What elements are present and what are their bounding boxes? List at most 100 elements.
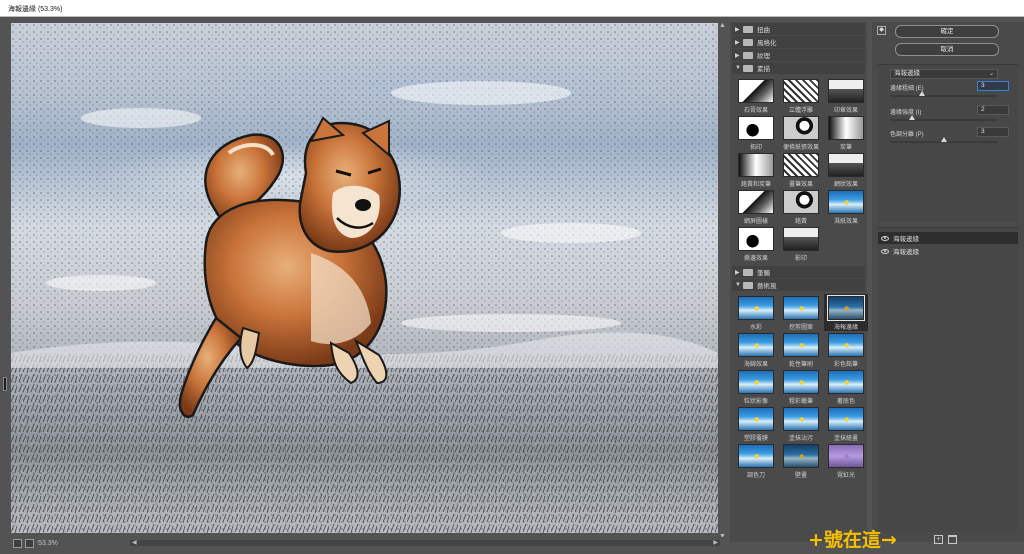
param-edge-intensity: 邊緣強度 (I) 2: [890, 105, 1009, 127]
folder-texture[interactable]: ▶ 紋理: [732, 49, 865, 61]
filter-thumb[interactable]: 石膏效果: [734, 77, 778, 114]
posterization-input[interactable]: 3: [977, 127, 1009, 137]
filter-thumb[interactable]: 網狀效果: [824, 151, 868, 188]
folder-icon: [743, 51, 753, 59]
triangle-right-icon: ▶: [735, 39, 740, 46]
filter-preview-image: [738, 333, 774, 357]
filter-thumb[interactable]: 著底色: [824, 368, 868, 405]
preview-vertical-scrollbar[interactable]: ▲ ▼: [718, 22, 728, 540]
eye-icon[interactable]: [881, 235, 889, 241]
filter-thumb[interactable]: 便條紙張效果: [779, 114, 823, 151]
filter-preview-image: [738, 407, 774, 431]
ok-button[interactable]: 確定: [895, 25, 999, 38]
param-posterization: 色調分離 (P) 3: [890, 127, 1009, 149]
filter-preview-image: [783, 153, 819, 177]
effect-layer-row[interactable]: 海報邊緣: [878, 232, 1018, 244]
folder-stylize[interactable]: ▶ 風格化: [732, 36, 865, 48]
new-effect-layer-icon[interactable]: +: [934, 535, 943, 544]
filter-thumb[interactable]: 塗抹沾污: [779, 405, 823, 442]
folder-icon: [743, 25, 753, 33]
filter-preview-image: [738, 370, 774, 394]
filter-thumb[interactable]: 影印: [779, 225, 823, 262]
folder-sketch[interactable]: ▼ 素描: [732, 62, 865, 74]
settings-panel: ◆ 確定 取消 海報邊緣 ⌄ 邊緣粗細 (E) 3 邊緣強度 (I) 2 色調分…: [872, 22, 1024, 542]
filter-preview-image: [738, 190, 774, 214]
filter-thumb[interactable]: 塑膠覆膜: [734, 405, 778, 442]
edge-intensity-slider[interactable]: [890, 119, 998, 121]
filter-thumb[interactable]: 印章效果: [824, 77, 868, 114]
filter-thumb[interactable]: 拓印: [734, 114, 778, 151]
filter-preview-image: [738, 227, 774, 251]
panel-collapse-handle[interactable]: [3, 377, 7, 391]
filter-thumb[interactable]: 塗抹繪畫: [824, 405, 868, 442]
filter-preview-image: [783, 190, 819, 214]
filter-thumb[interactable]: 立體浮雕: [779, 77, 823, 114]
collapse-gallery-icon[interactable]: ◆: [877, 26, 886, 35]
triangle-right-icon: ▶: [735, 26, 740, 33]
scroll-left-icon[interactable]: ◀: [132, 539, 137, 546]
trash-icon[interactable]: [948, 535, 957, 544]
filter-thumb[interactable]: 濕紙效果: [824, 188, 868, 225]
preview-canvas[interactable]: [11, 23, 718, 533]
zoom-level-select[interactable]: 53.3%: [38, 540, 58, 547]
triangle-down-icon: ▼: [735, 282, 741, 288]
filter-thumb[interactable]: 海綿效果: [734, 331, 778, 368]
filter-preview-image: [828, 370, 864, 394]
filter-thumb[interactable]: 粒狀影像: [734, 368, 778, 405]
eye-icon[interactable]: [881, 248, 889, 254]
filter-preview-image: [783, 370, 819, 394]
effect-layer-row[interactable]: 海報邊緣: [878, 245, 1018, 257]
cancel-button[interactable]: 取消: [895, 43, 999, 56]
filter-thumb[interactable]: 鉻黃和炭筆: [734, 151, 778, 188]
filter-select[interactable]: 海報邊緣 ⌄: [890, 69, 998, 79]
filter-preview-image: [828, 407, 864, 431]
edge-thickness-slider[interactable]: [890, 95, 998, 97]
scroll-right-icon[interactable]: ▶: [713, 539, 718, 546]
filter-thumb[interactable]: 水彩: [734, 294, 778, 331]
filter-preview-image: [828, 116, 864, 140]
slider-knob[interactable]: [919, 91, 926, 96]
filter-preview-image: [738, 79, 774, 103]
title-bar: 海報邊緣 (53.3%): [0, 0, 1024, 17]
slider-knob[interactable]: [908, 115, 915, 120]
filter-preview-image: [783, 333, 819, 357]
artistic-filter-grid: 水彩 挖剪圖案 海報邊緣 海綿效果 乾性筆刷 彩色鉛筆 粒狀影像 粗彩蠟筆 著底…: [730, 292, 868, 482]
edge-intensity-input[interactable]: 2: [977, 105, 1009, 115]
filter-thumb-selected[interactable]: 海報邊緣: [824, 294, 868, 331]
scroll-up-icon[interactable]: ▲: [719, 22, 726, 29]
filter-preview-image: [828, 79, 864, 103]
filter-thumb[interactable]: 畫筆效果: [779, 151, 823, 188]
filter-thumb[interactable]: 調色刀: [734, 442, 778, 479]
filter-preview-image: [738, 296, 774, 320]
filter-gallery-panel: ▶ 扭曲 ▶ 風格化 ▶ 紋理 ▼ 素描 石膏效果 立體浮雕 印章效果 拓印 便…: [730, 22, 868, 542]
filter-preview-image: [783, 79, 819, 103]
folder-brush-strokes[interactable]: ▶ 筆觸: [732, 266, 865, 278]
zoom-in-button[interactable]: [25, 539, 34, 548]
triangle-right-icon: ▶: [735, 52, 740, 59]
filter-thumb[interactable]: 乾性筆刷: [779, 331, 823, 368]
folder-distort[interactable]: ▶ 扭曲: [732, 23, 865, 35]
folder-icon: [743, 64, 753, 72]
filter-thumb[interactable]: 壁畫: [779, 442, 823, 479]
filter-thumb[interactable]: 撕邊效果: [734, 225, 778, 262]
preview-area: [0, 17, 728, 537]
edge-thickness-input[interactable]: 3: [977, 81, 1009, 91]
zoom-out-button[interactable]: [13, 539, 22, 548]
folder-icon: [743, 268, 753, 276]
filter-thumb[interactable]: 霓虹光: [824, 442, 868, 479]
filter-thumb[interactable]: 炭筆: [824, 114, 868, 151]
filter-preview-image: [827, 295, 865, 321]
filter-thumb[interactable]: 鉻黃: [779, 188, 823, 225]
filter-thumb[interactable]: 粗彩蠟筆: [779, 368, 823, 405]
poster-edges-dog-image: [11, 23, 718, 533]
effect-layers-list: 海報邊緣 海報邊緣: [878, 227, 1018, 532]
filter-preview-image: [828, 190, 864, 214]
filter-preview-image: [783, 444, 819, 468]
filter-thumb[interactable]: 彩色鉛筆: [824, 331, 868, 368]
folder-artistic[interactable]: ▼ 藝術風: [732, 279, 865, 291]
slider-knob[interactable]: [941, 137, 947, 142]
preview-horizontal-scrollbar[interactable]: ◀ ▶: [130, 540, 720, 546]
filter-thumb[interactable]: 網屏圖樣: [734, 188, 778, 225]
filter-thumb[interactable]: 挖剪圖案: [779, 294, 823, 331]
filter-preview-image: [738, 116, 774, 140]
